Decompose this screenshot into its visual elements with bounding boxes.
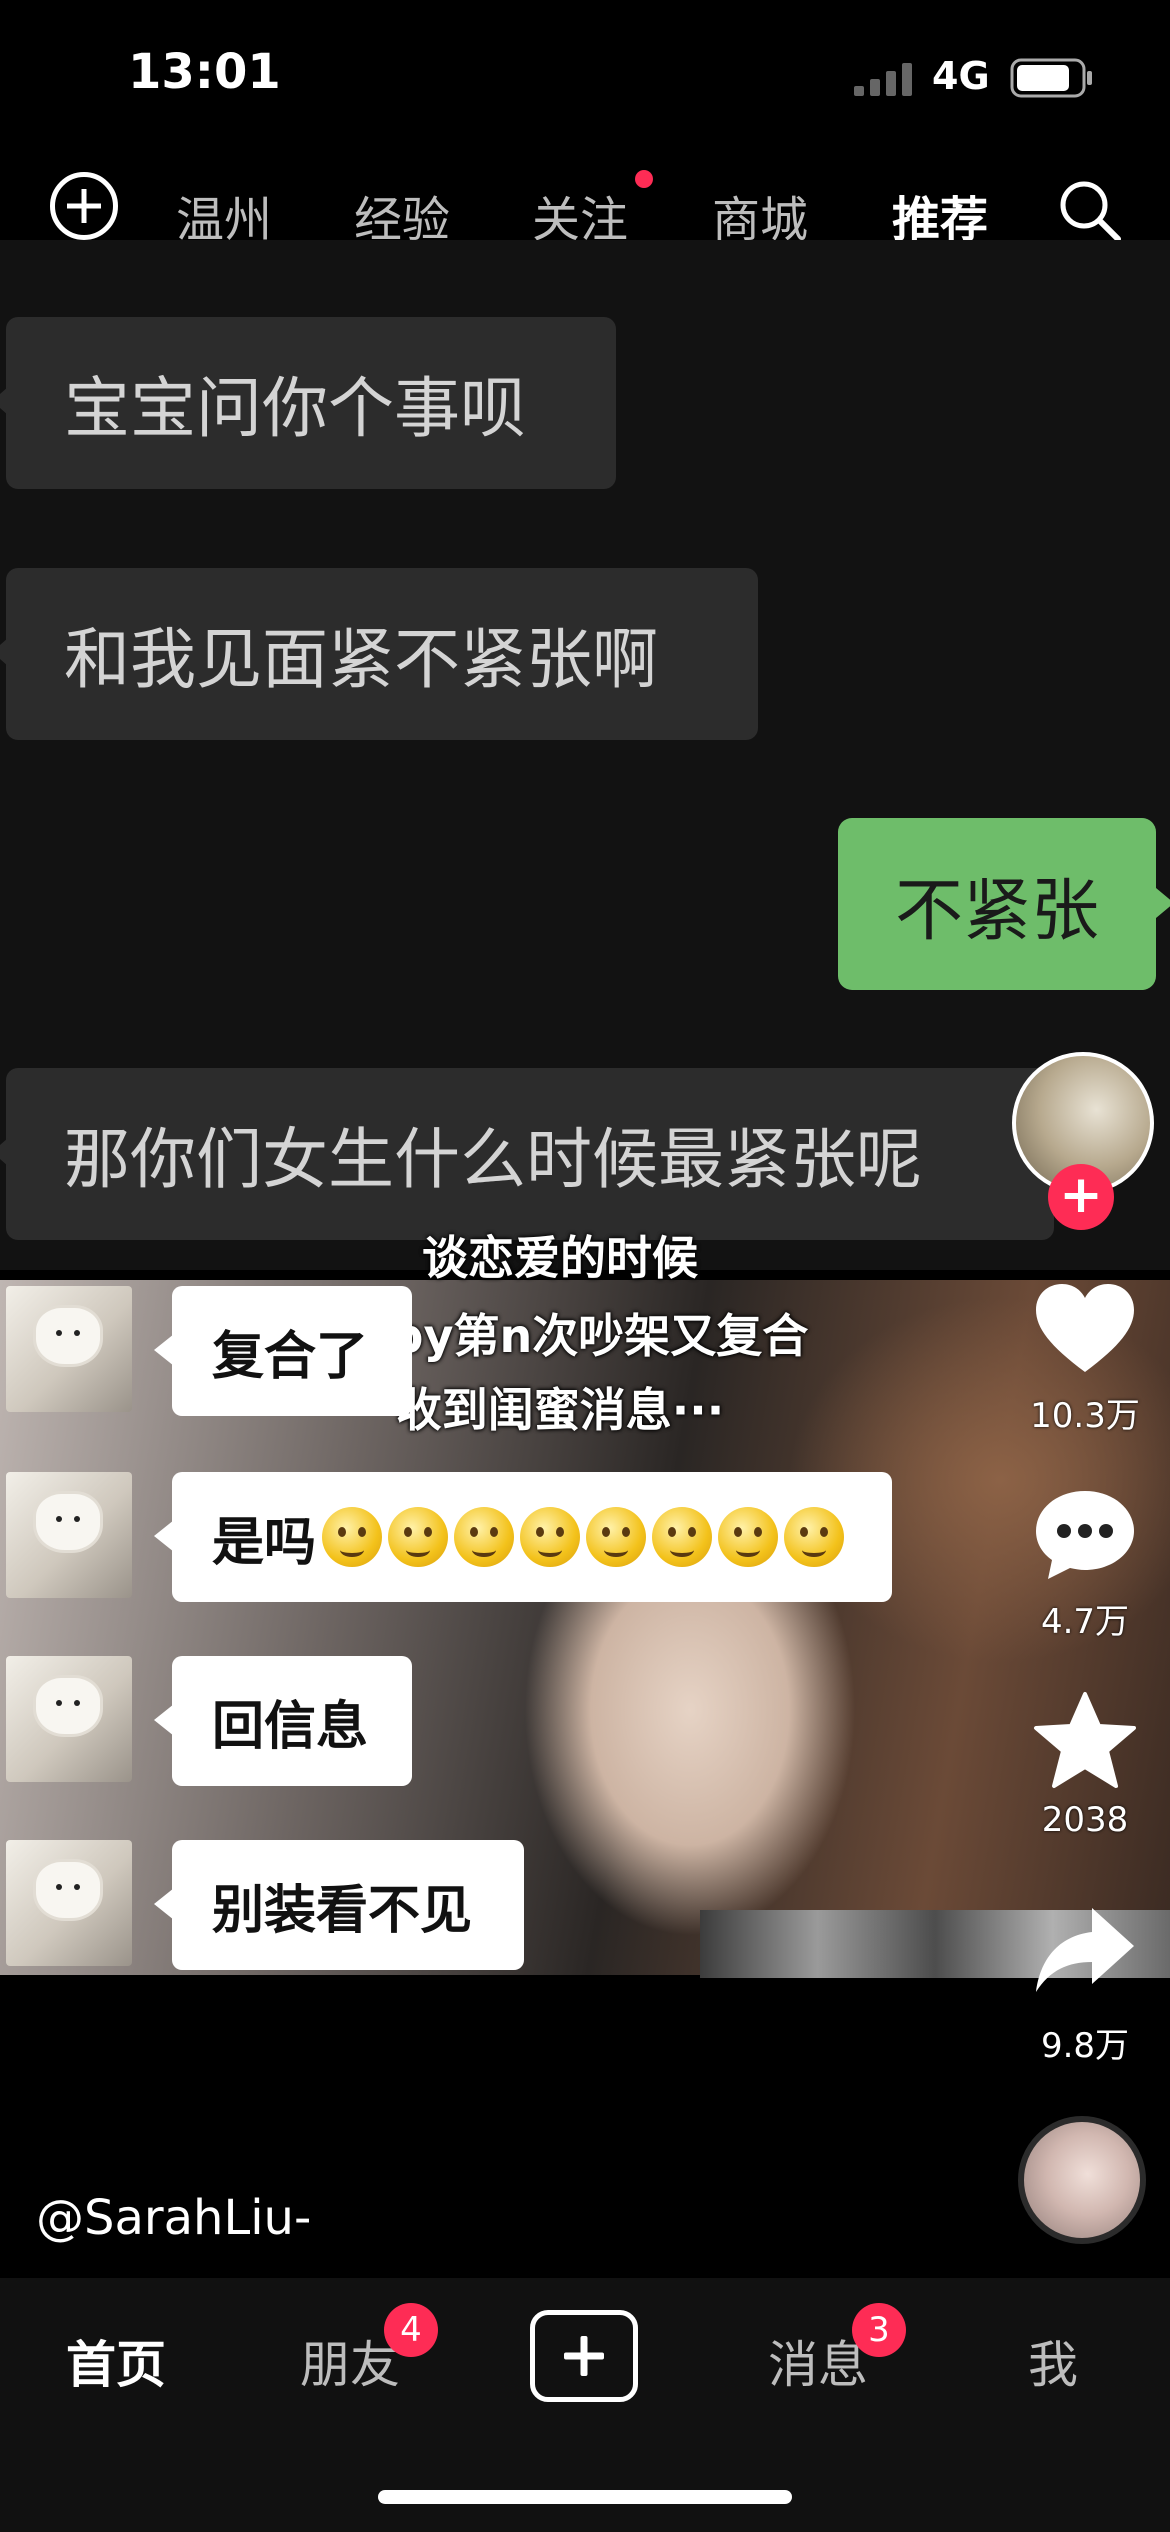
smile-emoji-icon — [718, 1507, 779, 1567]
cellular-signal-icon — [854, 63, 912, 96]
chat-bubble-reply: 不紧张 — [838, 818, 1170, 990]
chat-bubble: 那你们女生什么时候最紧张呢 — [0, 1068, 1054, 1240]
video-author-username[interactable]: @SarahLiu- — [36, 2190, 311, 2246]
home-indicator — [378, 2490, 792, 2504]
smile-emoji-icon — [784, 1507, 845, 1567]
overlay-message: 是吗 — [0, 1472, 900, 1606]
message-text: 复合了 — [212, 1326, 369, 1387]
avatar — [6, 1286, 132, 1412]
search-icon[interactable] — [1055, 176, 1123, 244]
star-icon[interactable] — [1030, 1690, 1140, 1790]
comment-count: 4.7万 — [1040, 1602, 1130, 1642]
network-type: 4G — [932, 54, 990, 98]
overlay-message: 别装看不见 — [0, 1840, 900, 1974]
messages-badge: 3 — [852, 2303, 906, 2357]
nav-home[interactable]: 首页 — [66, 2325, 166, 2397]
share-count: 9.8万 — [1040, 2026, 1130, 2066]
smile-emoji-icon — [586, 1507, 647, 1567]
chat-bubble: 宝宝问你个事呗 — [0, 317, 616, 489]
message-text: 别装看不见 — [212, 1880, 473, 1941]
avatar — [6, 1656, 132, 1782]
message-bubble: 复合了 — [154, 1286, 412, 1416]
smile-emoji-icon — [454, 1507, 515, 1567]
nav-me[interactable]: 我 — [1028, 2325, 1078, 2397]
message-bubble: 回信息 — [154, 1656, 412, 1786]
smile-emoji-icon — [388, 1507, 449, 1567]
smile-emoji-icon — [322, 1507, 383, 1567]
like-count: 10.3万 — [1030, 1396, 1140, 1436]
notification-dot — [635, 170, 653, 188]
create-post-button[interactable] — [530, 2310, 638, 2402]
message-text: 回信息 — [212, 1696, 369, 1757]
add-icon[interactable] — [50, 172, 118, 240]
smile-emoji-icon — [652, 1507, 713, 1567]
follow-button[interactable]: + — [1048, 1164, 1114, 1230]
avatar — [6, 1472, 132, 1598]
music-disc[interactable] — [1018, 2116, 1146, 2244]
battery-icon — [1010, 58, 1092, 98]
smile-emoji-icon — [520, 1507, 581, 1567]
heart-icon[interactable] — [1030, 1280, 1140, 1380]
avatar — [6, 1840, 132, 1966]
friends-badge: 4 — [384, 2303, 438, 2357]
favorite-count: 2038 — [1041, 1800, 1129, 1840]
message-bubble: 别装看不见 — [154, 1840, 524, 1970]
emoji-row — [322, 1507, 845, 1567]
status-time: 13:01 — [128, 44, 281, 100]
overlay-message: 复合了 — [0, 1286, 900, 1420]
comment-icon[interactable] — [1030, 1485, 1140, 1585]
message-text: 是吗 — [212, 1512, 317, 1573]
share-arrow-icon[interactable] — [1030, 1900, 1140, 2000]
video-caption: 谈恋爱的时候 — [422, 1231, 698, 1285]
overlay-message: 回信息 — [0, 1656, 900, 1790]
message-bubble: 是吗 — [154, 1472, 892, 1602]
chat-bubble: 和我见面紧不紧张啊 — [0, 568, 758, 740]
